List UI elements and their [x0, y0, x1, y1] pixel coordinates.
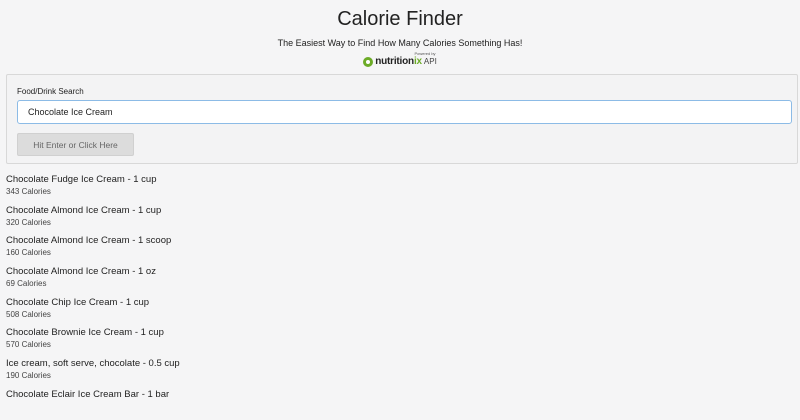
result-name: Chocolate Fudge Ice Cream - 1 cup	[6, 174, 157, 185]
result-calories: 160 Calories	[6, 248, 51, 258]
page-title: Calorie Finder	[337, 8, 463, 30]
logo-text-main: nutrition	[375, 56, 414, 67]
result-calories: 69 Calories	[6, 279, 47, 289]
list-item: Chocolate Almond Ice Cream - 1 cup 320 C…	[6, 205, 786, 236]
result-name: Chocolate Eclair Ice Cream Bar - 1 bar	[6, 388, 170, 400]
list-item: Chocolate Fudge Ice Cream - 1 cup 343 Ca…	[6, 174, 786, 205]
apple-icon	[363, 56, 374, 67]
result-name: Chocolate Almond Ice Cream - 1 cup	[6, 204, 162, 216]
result-calories: 508 Calories	[6, 309, 51, 319]
result-calories: 320 Calories	[6, 217, 51, 227]
list-item: Chocolate Chip Ice Cream - 1 cup 508 Cal…	[6, 297, 786, 328]
logo-wordmark: nutritionix	[375, 56, 422, 67]
list-item: Chocolate Eclair Ice Cream Bar - 1 bar	[6, 389, 786, 420]
result-name: Chocolate Chip Ice Cream - 1 cup	[6, 296, 150, 308]
list-item: Chocolate Brownie Ice Cream - 1 cup 570 …	[6, 327, 786, 358]
result-calories: 190 Calories	[6, 371, 51, 381]
search-label: Food/Drink Search	[17, 87, 84, 96]
page-subtitle: The Easiest Way to Find How Many Calorie…	[277, 38, 523, 48]
result-name: Ice cream, soft serve, chocolate - 0.5 c…	[6, 358, 180, 370]
list-item: Ice cream, soft serve, chocolate - 0.5 c…	[6, 358, 786, 389]
result-calories: 343 Calories	[6, 187, 51, 196]
search-panel: Food/Drink Search Hit Enter or Click Her…	[6, 74, 798, 164]
nutritionix-logo: nutritionix API	[363, 56, 437, 67]
result-name: Chocolate Brownie Ice Cream - 1 cup	[6, 327, 164, 339]
result-name: Chocolate Almond Ice Cream - 1 oz	[6, 266, 156, 278]
list-item: Chocolate Almond Ice Cream - 1 oz 69 Cal…	[6, 266, 786, 297]
logo-text-ix: ix	[413, 56, 422, 67]
logo-api-label: API	[423, 57, 437, 66]
result-calories: 570 Calories	[6, 340, 51, 350]
result-name: Chocolate Almond Ice Cream - 1 scoop	[6, 235, 172, 247]
food-search-input[interactable]	[17, 100, 792, 124]
list-item: Chocolate Almond Ice Cream - 1 scoop 160…	[6, 235, 786, 266]
results-list: Chocolate Fudge Ice Cream - 1 cup 343 Ca…	[6, 174, 786, 420]
powered-by-badge[interactable]: Powered by nutritionix API	[0, 51, 800, 67]
page-header: Calorie Finder The Easiest Way to Find H…	[0, 0, 800, 67]
search-button[interactable]: Hit Enter or Click Here	[17, 133, 134, 156]
